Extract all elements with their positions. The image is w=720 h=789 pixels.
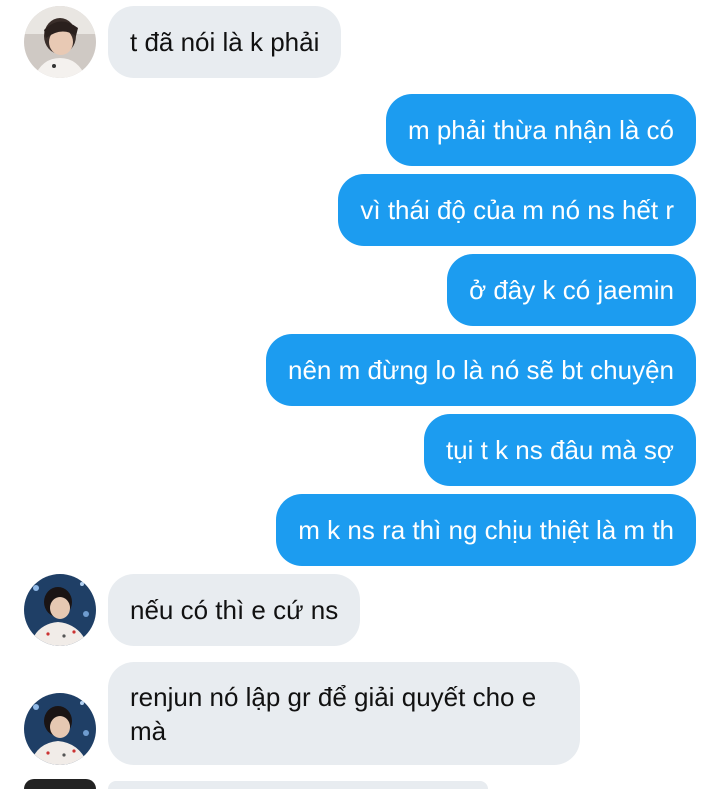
message-bubble-sent[interactable]: vì thái độ của m nó ns hết r xyxy=(338,174,696,246)
message-bubble-sent[interactable]: m phải thừa nhận là có xyxy=(385,94,696,166)
contact-avatar-partial[interactable] xyxy=(24,779,96,789)
message-bubble-partial[interactable] xyxy=(108,781,488,789)
message-bubble-sent[interactable]: tụi t k ns đâu mà sợ xyxy=(423,414,696,486)
message-bubble-received[interactable]: t đã nói là k phải xyxy=(108,6,342,78)
avatar-photo-icon xyxy=(24,6,96,78)
avatar-photo-icon xyxy=(24,574,96,646)
message-bubble-sent[interactable]: ở đây k có jaemin xyxy=(447,254,696,326)
message-bubble-sent[interactable]: nên m đừng lo là nó sẽ bt chuyện xyxy=(266,334,696,406)
contact-avatar[interactable] xyxy=(24,574,96,646)
message-bubble-received[interactable]: renjun nó lập gr để giải quyết cho e mà xyxy=(108,662,580,765)
contact-avatar[interactable] xyxy=(24,6,96,78)
avatar-photo-icon xyxy=(24,693,96,765)
message-bubble-received[interactable]: nếu có thì e cứ ns xyxy=(108,574,361,646)
message-bubble-sent[interactable]: m k ns ra thì ng chịu thiệt là m th xyxy=(276,494,696,566)
contact-avatar[interactable] xyxy=(24,693,96,765)
